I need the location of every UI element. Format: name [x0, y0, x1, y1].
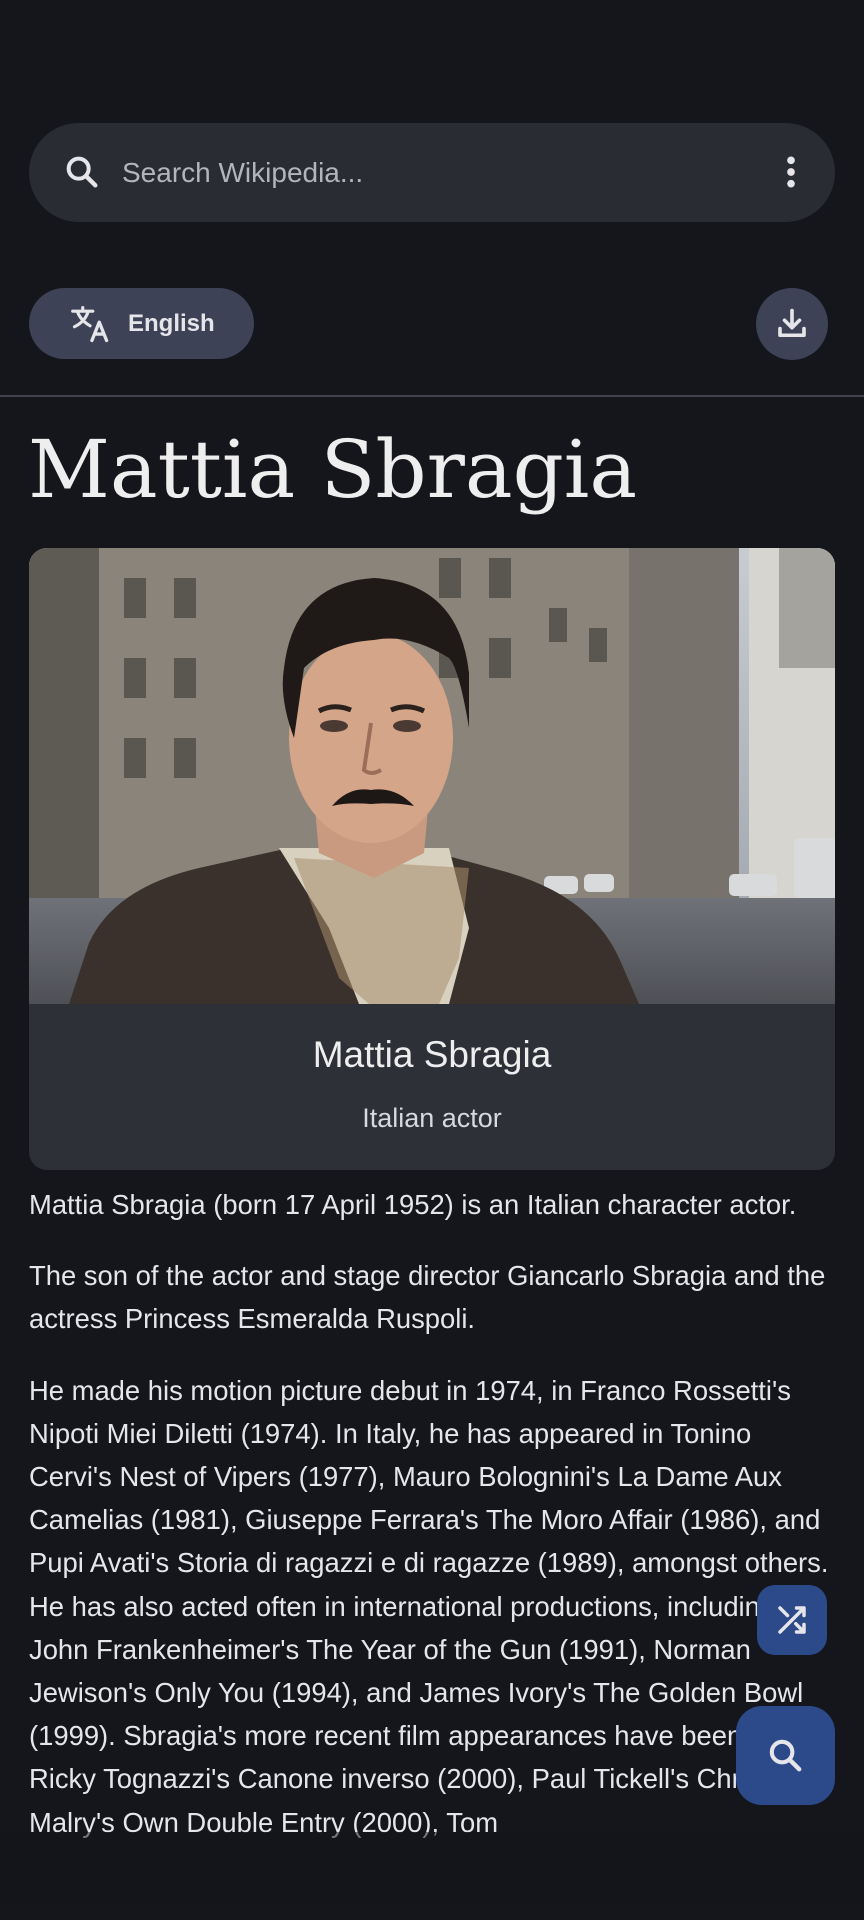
header-divider — [0, 395, 864, 397]
wikipedia-article-screen: Search Wikipedia... English Mattia Sbrag… — [0, 0, 864, 1920]
translate-icon — [71, 305, 109, 343]
language-label: English — [128, 310, 215, 337]
article-paragraph: The son of the actor and stage director … — [29, 1260, 826, 1335]
language-button[interactable]: English — [29, 288, 254, 359]
lead-card-subtitle: Italian actor — [362, 1103, 502, 1133]
article-title: Mattia Sbragia — [28, 423, 638, 516]
search-input[interactable]: Search Wikipedia... — [122, 153, 363, 193]
random-article-button[interactable] — [757, 1585, 827, 1655]
download-button[interactable] — [756, 288, 828, 360]
search-icon — [66, 156, 98, 188]
download-icon — [778, 308, 806, 338]
article-paragraph: Mattia Sbragia (born 17 April 1952) is a… — [29, 1189, 797, 1220]
article-body: Mattia Sbragia (born 17 April 1952) is a… — [29, 1183, 835, 1872]
status-bar — [0, 0, 864, 90]
search-fab[interactable] — [736, 1706, 835, 1805]
lead-image-card[interactable]: Mattia Sbragia Italian actor — [29, 548, 835, 1170]
article-paragraph: He made his motion picture debut in 1974… — [29, 1374, 829, 1838]
search-icon — [769, 1739, 802, 1772]
shuffle-icon — [778, 1606, 806, 1634]
lead-card-title: Mattia Sbragia — [312, 1034, 552, 1075]
search-bar[interactable]: Search Wikipedia... — [29, 123, 835, 222]
more-vert-icon[interactable] — [783, 152, 799, 192]
lead-image[interactable] — [29, 548, 835, 1004]
